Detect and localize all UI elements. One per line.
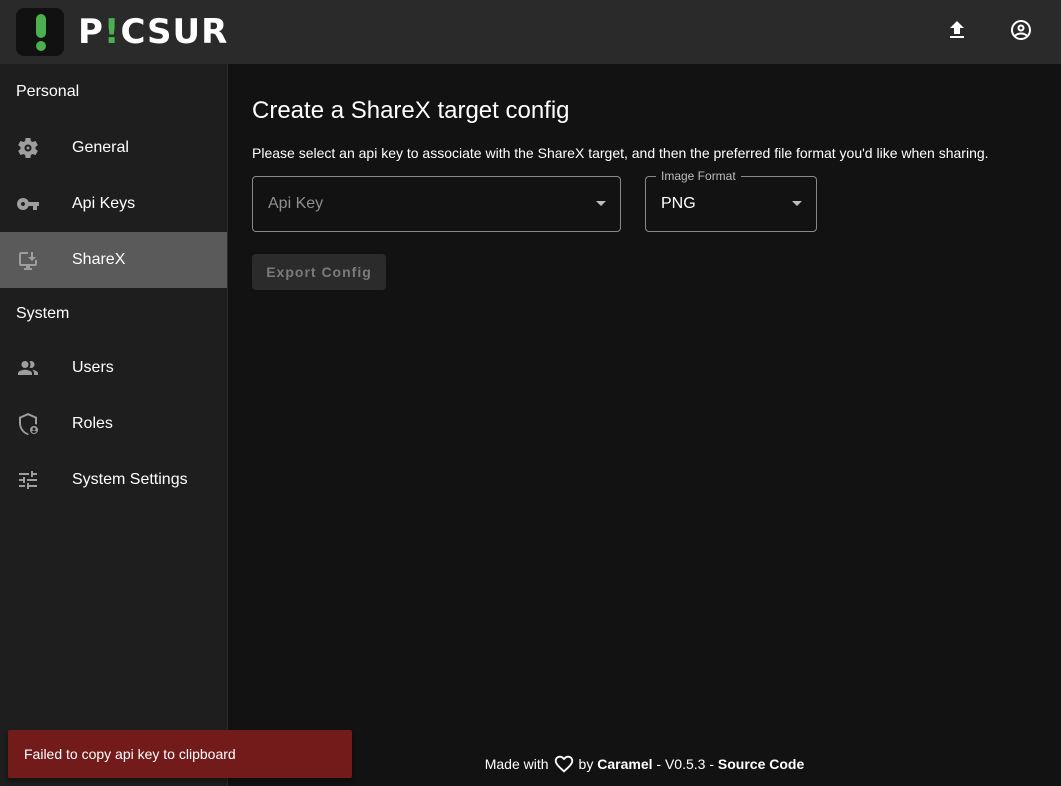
- sidebar-item-api-keys[interactable]: Api Keys: [0, 176, 227, 232]
- footer-source-code-link[interactable]: Source Code: [718, 756, 804, 772]
- footer-version: V0.5.3: [664, 756, 706, 772]
- sidebar-item-users[interactable]: Users: [0, 340, 227, 396]
- api-key-placeholder: Api Key: [268, 195, 324, 212]
- upload-button[interactable]: [937, 12, 977, 52]
- heart-icon: [553, 753, 575, 775]
- upload-icon: [945, 18, 969, 47]
- error-snackbar: Failed to copy api key to clipboard: [8, 730, 352, 778]
- key-icon: [16, 192, 40, 216]
- sidebar-item-label: Roles: [72, 415, 113, 432]
- logo-mark-bar: [36, 14, 46, 38]
- main-content: Create a ShareX target config Please sel…: [228, 64, 1061, 786]
- sidebar-item-sharex[interactable]: ShareX: [0, 232, 227, 288]
- account-circle-icon: [1009, 18, 1033, 47]
- footer-separator: -: [656, 756, 662, 772]
- sidebar-item-system-settings[interactable]: System Settings: [0, 452, 227, 508]
- logo-icon[interactable]: [16, 8, 64, 56]
- dropdown-arrow-icon: [792, 201, 802, 206]
- sidebar-section-system: System: [16, 305, 70, 322]
- image-format-select[interactable]: Image Format PNG: [645, 169, 817, 232]
- export-config-button[interactable]: Export Config: [252, 254, 386, 290]
- account-button[interactable]: [1001, 12, 1041, 52]
- logo-mark-dot: [36, 41, 46, 51]
- sidebar-item-label: ShareX: [72, 251, 126, 268]
- top-app-bar: P! CSUR: [0, 0, 1061, 64]
- page-title: Create a ShareX target config: [252, 97, 570, 124]
- download-screen-icon: [16, 248, 40, 272]
- snackbar-message: Failed to copy api key to clipboard: [24, 746, 236, 762]
- sidebar-item-label: System Settings: [72, 471, 188, 488]
- sidebar-item-label: General: [72, 139, 129, 156]
- footer-author-link[interactable]: Caramel: [597, 756, 652, 772]
- app-logo-text[interactable]: P! CSUR: [78, 9, 228, 55]
- gear-icon: [16, 136, 40, 160]
- image-format-value: PNG: [661, 195, 696, 212]
- page-description: Please select an api key to associate wi…: [252, 145, 989, 161]
- sidebar-item-general[interactable]: General: [0, 120, 227, 176]
- footer-made-with: Made with: [484, 756, 549, 772]
- logo-text-suffix: CSUR: [120, 12, 229, 52]
- sidebar-item-label: Users: [72, 359, 114, 376]
- tune-icon: [16, 468, 40, 492]
- footer-by: by: [578, 756, 594, 772]
- sidebar-item-roles[interactable]: Roles: [0, 396, 227, 452]
- sidebar-section-personal: Personal: [16, 83, 80, 100]
- logo-text-excl: !: [103, 12, 121, 52]
- footer-separator: -: [709, 756, 714, 772]
- logo-text-prefix: P: [78, 12, 104, 52]
- sidebar-item-label: Api Keys: [72, 195, 136, 212]
- shield-lock-icon: [16, 412, 40, 436]
- api-key-select[interactable]: Api Key: [252, 176, 621, 232]
- dropdown-arrow-icon: [596, 201, 606, 206]
- users-icon: [16, 356, 40, 380]
- footer: Made with by Caramel - V0.5.3 - Source C…: [228, 752, 1061, 776]
- sidebar: Personal General Api Keys ShareX System …: [0, 64, 228, 786]
